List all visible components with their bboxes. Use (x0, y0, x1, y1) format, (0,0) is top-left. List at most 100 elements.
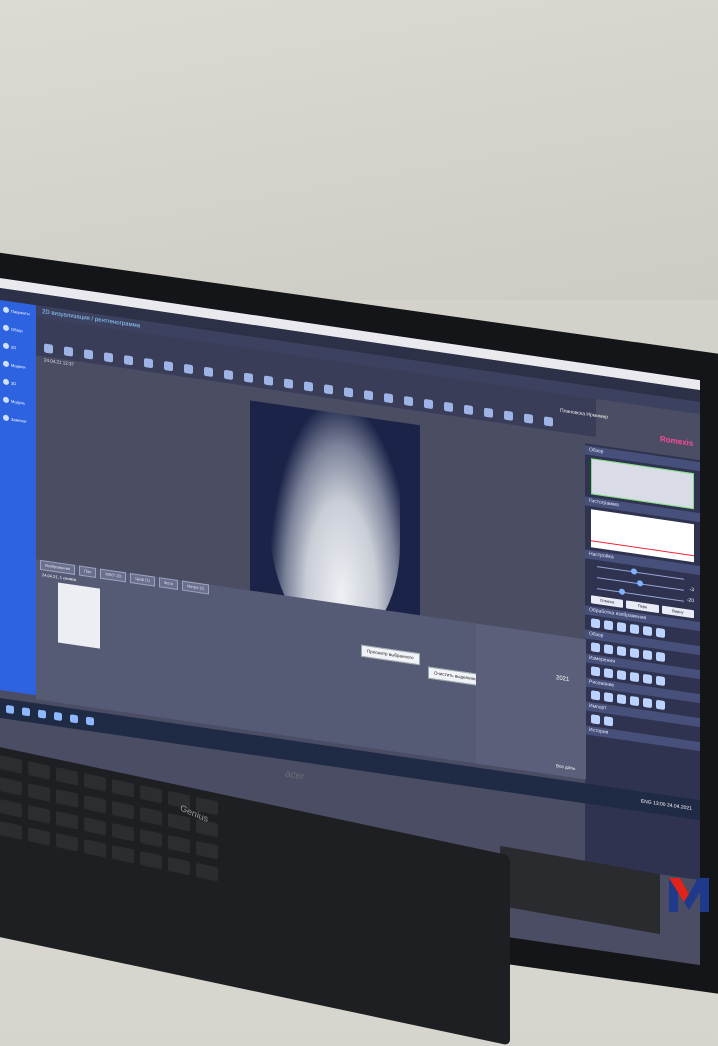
move-icon[interactable] (591, 642, 600, 653)
key[interactable] (56, 767, 78, 786)
toolbar-tool[interactable] (100, 352, 116, 365)
line-icon[interactable] (604, 692, 613, 703)
key[interactable] (28, 805, 50, 824)
key[interactable] (56, 833, 78, 852)
key[interactable] (84, 838, 106, 858)
curve-icon[interactable] (656, 699, 665, 711)
toolbar-tool[interactable] (140, 357, 156, 370)
key[interactable] (140, 828, 162, 848)
toolbar-tool[interactable] (240, 372, 256, 385)
tool-icon (143, 357, 153, 369)
text-icon[interactable] (630, 695, 639, 707)
invert-icon[interactable] (643, 625, 652, 637)
tab-pan[interactable]: Пан (79, 565, 97, 579)
key[interactable] (140, 806, 162, 826)
sharpen-icon[interactable] (604, 620, 613, 631)
key[interactable] (0, 799, 22, 818)
tooth-icon[interactable] (604, 716, 613, 727)
key[interactable] (112, 778, 134, 798)
key[interactable] (140, 784, 162, 804)
key[interactable] (0, 755, 22, 774)
key[interactable] (0, 777, 22, 796)
key[interactable] (140, 850, 162, 870)
toolbar-tool[interactable] (260, 375, 276, 388)
area-icon[interactable] (630, 671, 639, 683)
taskbar-clock: ENG 13:00 24.04.2021 (641, 798, 692, 811)
folder-icon[interactable] (70, 714, 78, 724)
search-icon[interactable] (22, 707, 30, 717)
key[interactable] (28, 761, 50, 780)
key[interactable] (112, 822, 134, 842)
density-icon[interactable] (643, 673, 652, 685)
zoom-icon[interactable] (630, 647, 639, 659)
key[interactable] (56, 811, 78, 830)
view-selected-button[interactable]: Просмотр выбранного (361, 644, 420, 666)
profile-icon[interactable] (656, 675, 665, 687)
arrow-icon[interactable] (617, 694, 626, 705)
tab-photo[interactable]: Фото (158, 577, 179, 590)
app-sidebar: Пациенты Обзор 2D Модели 3D Модуль Замет… (0, 300, 36, 696)
toolbar-tool[interactable] (220, 369, 236, 382)
key[interactable] (28, 827, 50, 846)
key[interactable] (168, 834, 190, 854)
slider-knob[interactable] (631, 568, 637, 575)
select-icon[interactable] (643, 697, 652, 709)
filter-icon[interactable] (591, 618, 600, 629)
key[interactable] (56, 789, 78, 808)
hand-icon[interactable] (643, 649, 652, 661)
patients-icon (3, 306, 9, 314)
key[interactable] (112, 844, 134, 864)
fit-icon[interactable] (604, 644, 613, 655)
key[interactable] (28, 783, 50, 802)
edge-icon[interactable] (54, 711, 62, 722)
windows-icon[interactable] (6, 704, 14, 715)
rotate-icon[interactable] (617, 646, 626, 657)
toolbar-tool[interactable] (280, 378, 296, 391)
ruler-icon[interactable] (617, 670, 626, 681)
crop-icon[interactable] (630, 623, 639, 635)
implant-icon[interactable] (591, 714, 600, 725)
toolbar-tool[interactable] (40, 343, 56, 356)
tool-icon (63, 346, 73, 357)
calibrate-icon[interactable] (591, 666, 600, 677)
key[interactable] (84, 794, 106, 814)
toolbar-tool[interactable] (420, 398, 436, 411)
toolbar-tool[interactable] (480, 407, 496, 420)
key[interactable] (84, 816, 106, 836)
key[interactable] (0, 821, 22, 840)
key[interactable] (112, 800, 134, 820)
key[interactable] (196, 862, 218, 882)
sidebar-item-notes[interactable]: Заметки (0, 408, 36, 431)
pen-icon[interactable] (591, 690, 600, 701)
toolbar-tool[interactable] (200, 366, 216, 379)
toolbar-tool[interactable] (460, 404, 476, 417)
toolbar-tool[interactable] (300, 381, 316, 394)
toolbar-tool[interactable] (440, 401, 456, 414)
image-thumbnail[interactable] (58, 582, 100, 649)
toolbar-tool[interactable] (540, 416, 556, 429)
toolbar-tool[interactable] (180, 363, 196, 376)
angle-icon[interactable] (604, 668, 613, 679)
toolbar-tool[interactable] (120, 355, 136, 368)
toolbar-tool[interactable] (520, 413, 536, 426)
slider-knob[interactable] (637, 579, 643, 587)
toolbar-tool[interactable] (380, 392, 396, 405)
toolbar-tool[interactable] (160, 360, 176, 373)
flip-icon[interactable] (656, 651, 665, 663)
toolbar-tool[interactable] (360, 390, 376, 403)
slider-knob[interactable] (619, 588, 625, 596)
toolbar-tool[interactable] (340, 387, 356, 400)
color-icon[interactable] (656, 627, 665, 639)
toolbar-tool[interactable] (500, 410, 516, 423)
toolbar-tool[interactable] (400, 395, 416, 408)
all-dates-checkbox[interactable]: Все даты (556, 763, 575, 771)
toolbar-tool[interactable] (60, 346, 76, 359)
key[interactable] (196, 840, 218, 860)
brightness-icon[interactable] (617, 622, 626, 633)
key[interactable] (168, 856, 190, 876)
toolbar-tool[interactable] (320, 384, 336, 397)
app-icon[interactable] (86, 716, 94, 726)
task-view-icon[interactable] (38, 709, 46, 719)
key[interactable] (84, 772, 106, 792)
toolbar-tool[interactable] (80, 349, 96, 362)
